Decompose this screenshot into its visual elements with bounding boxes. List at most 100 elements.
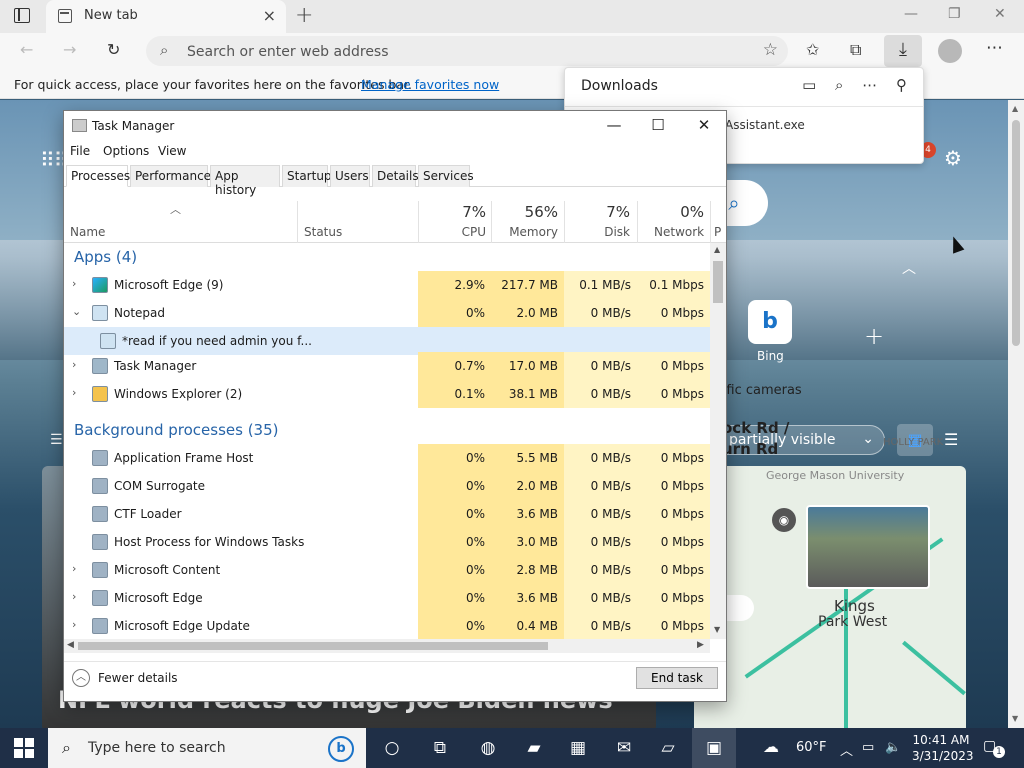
weather-temperature[interactable]: 60°F (796, 740, 827, 755)
column-header-status[interactable]: Status (304, 225, 342, 239)
scroll-down-icon[interactable]: ▼ (1012, 714, 1018, 723)
more-menu-icon[interactable]: ⋯ (986, 38, 1003, 58)
task-view-icon[interactable]: ⧉ (428, 736, 452, 760)
expand-chevron-icon[interactable]: › (72, 358, 76, 371)
column-header-power[interactable]: P (714, 225, 724, 239)
network-icon[interactable]: ▭ (862, 740, 874, 755)
close-button[interactable]: ✕ (689, 116, 719, 134)
scroll-up-icon[interactable]: ▲ (714, 245, 720, 254)
list-layout-icon[interactable]: ☰ (944, 430, 958, 449)
task-manager-taskbar-icon[interactable]: ▣ (692, 728, 736, 768)
minimize-button[interactable]: — (599, 116, 629, 134)
process-row[interactable]: › Task Manager 0.7% 17.0 MB 0 MB/s 0 Mbps (64, 352, 710, 380)
mail-icon[interactable]: ✉ (612, 736, 636, 760)
hscrollbar-thumb[interactable] (78, 642, 548, 650)
back-button[interactable]: ← (20, 40, 33, 59)
restore-window-button[interactable]: ❐ (948, 6, 961, 22)
process-row[interactable]: Application Frame Host 0% 5.5 MB 0 MB/s 0 Mb… (64, 444, 710, 472)
expand-chevron-icon[interactable]: › (72, 618, 76, 631)
refresh-button[interactable]: ↻ (107, 40, 120, 59)
process-row[interactable]: *read if you need admin you f... (64, 327, 710, 355)
download-item-name[interactable]: Assistant.exe (725, 118, 805, 132)
page-scrollbar[interactable]: ▲ ▼ (1008, 100, 1024, 730)
tab-startup[interactable]: Startup (282, 165, 332, 187)
process-row[interactable]: ⌄ Notepad 0% 2.0 MB 0 MB/s 0 Mbps (64, 299, 710, 327)
forward-button[interactable]: → (63, 40, 76, 59)
file-explorer-icon[interactable]: ▰ (522, 736, 546, 760)
column-divider[interactable] (297, 201, 298, 243)
fewer-details-link[interactable]: Fewer details (98, 671, 178, 685)
new-tab-button[interactable]: + (295, 3, 313, 28)
favorites-icon[interactable]: ✩ (806, 40, 819, 59)
menu-options[interactable]: Options (103, 144, 149, 158)
add-quicklink-icon[interactable]: + (864, 322, 884, 350)
scrollbar-thumb[interactable] (1012, 120, 1020, 346)
collections-icon[interactable]: ⧉ (850, 40, 861, 60)
traffic-camera-image[interactable] (806, 505, 930, 589)
system-clock[interactable]: 10:41 AM 3/31/2023 (912, 732, 974, 764)
close-tab-icon[interactable]: × (263, 6, 276, 25)
bing-quicklink[interactable]: b (748, 300, 792, 344)
process-row[interactable]: › Windows Explorer (2) 0.1% 38.1 MB 0 MB/s 0 … (64, 380, 710, 408)
column-header-memory[interactable]: Memory (504, 225, 558, 239)
scrollbar-thumb[interactable] (713, 261, 723, 303)
expand-chevron-icon[interactable]: › (72, 386, 76, 399)
tab-app-history[interactable]: App history (210, 165, 280, 197)
column-divider[interactable] (564, 201, 565, 243)
tab-new-tab[interactable]: New tab × (46, 0, 286, 33)
process-row[interactable]: › Microsoft Content 0% 2.8 MB 0 MB/s 0 Mbps (64, 556, 710, 584)
task-manager-titlebar[interactable]: Task Manager — ☐ ✕ (64, 111, 726, 141)
tab-processes[interactable]: Processes (66, 165, 130, 187)
minimize-window-button[interactable]: — (904, 6, 918, 22)
camera-icon[interactable]: ◉ (772, 508, 796, 532)
pin-icon[interactable]: ⚲ (896, 76, 907, 94)
tab-actions-icon[interactable] (14, 8, 30, 23)
column-header-disk[interactable]: Disk (584, 225, 630, 239)
chevron-up-icon[interactable]: ︿ (72, 669, 90, 687)
downloads-button[interactable]: ⤓ (884, 35, 922, 67)
profile-avatar[interactable] (938, 39, 962, 63)
more-options-icon[interactable]: ⋯ (862, 76, 877, 94)
menu-file[interactable]: File (70, 144, 90, 158)
end-task-button[interactable]: End task (636, 667, 718, 689)
close-window-button[interactable]: ✕ (994, 6, 1006, 22)
store-icon[interactable]: ▦ (566, 736, 590, 760)
bing-icon[interactable]: b (328, 736, 354, 762)
column-divider[interactable] (491, 201, 492, 243)
taskbar-search-box[interactable]: ⌕ Type here to search b (48, 728, 366, 768)
column-divider[interactable] (710, 201, 711, 243)
column-divider[interactable] (637, 201, 638, 243)
collapse-caret-icon[interactable]: ︿ (902, 258, 916, 278)
scroll-up-icon[interactable]: ▲ (1012, 104, 1018, 113)
tray-chevron-icon[interactable]: ︿ (840, 740, 853, 759)
collapse-chevron-icon[interactable]: ⌄ (72, 305, 81, 318)
weather-icon[interactable]: ☁ (763, 737, 779, 756)
scroll-down-icon[interactable]: ▼ (714, 625, 720, 634)
tab-details[interactable]: Details (372, 165, 419, 187)
notepad-taskbar-icon[interactable]: ▱ (656, 736, 680, 760)
manage-favorites-link[interactable]: Manage favorites now (361, 77, 499, 92)
expand-chevron-icon[interactable]: › (72, 590, 76, 603)
open-folder-icon[interactable]: ▭ (802, 76, 816, 94)
volume-icon[interactable]: 🔈 (885, 740, 901, 755)
process-row[interactable]: › Microsoft Edge Update 0% 0.4 MB 0 MB/s 0 Mb… (64, 612, 710, 639)
column-header-network[interactable]: Network (654, 225, 704, 239)
search-downloads-icon[interactable]: ⌕ (835, 76, 843, 94)
column-header-cpu[interactable]: CPU (448, 225, 486, 239)
start-button[interactable] (14, 738, 34, 758)
tab-services[interactable]: Services (418, 165, 474, 187)
scroll-right-icon[interactable]: ▶ (697, 640, 704, 650)
tab-performance[interactable]: Performance (130, 165, 211, 187)
process-row[interactable]: › Microsoft Edge (9) 2.9% 217.7 MB 0.1 MB/s 0… (64, 271, 710, 299)
process-list-scrollbar[interactable]: ▲ ▼ (710, 243, 726, 639)
menu-view[interactable]: View (158, 144, 186, 158)
column-divider[interactable] (418, 201, 419, 243)
address-bar[interactable]: ⌕ Search or enter web address ☆ (146, 36, 788, 66)
expand-chevron-icon[interactable]: › (72, 562, 76, 575)
process-row[interactable]: COM Surrogate 0% 2.0 MB 0 MB/s 0 Mbps (64, 472, 710, 500)
maximize-button[interactable]: ☐ (643, 116, 673, 134)
page-settings-icon[interactable]: ⚙ (944, 146, 962, 170)
process-list-hscrollbar[interactable]: ◀ ▶ (64, 639, 710, 653)
edge-taskbar-icon[interactable]: ◍ (476, 736, 500, 760)
cortana-icon[interactable]: ○ (380, 736, 404, 760)
